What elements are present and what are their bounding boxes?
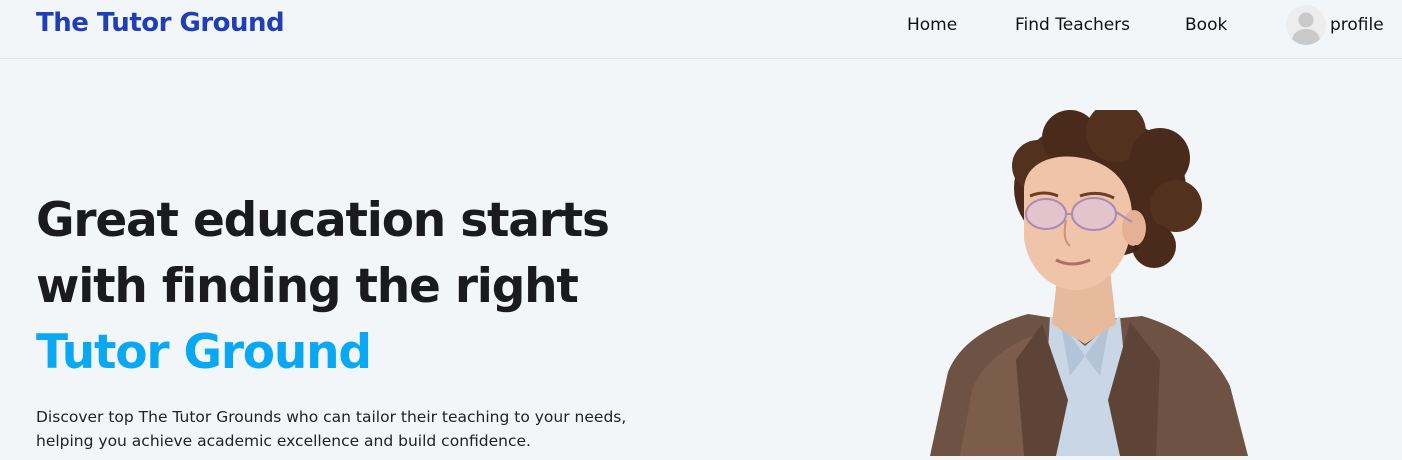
hero-heading: Great education starts with finding the …: [36, 188, 610, 386]
nav-link-book[interactable]: Book: [1185, 15, 1227, 35]
hero-subtitle-line-1: Discover top The Tutor Grounds who can t…: [36, 408, 627, 426]
hero-heading-line-2: with finding the right: [36, 259, 579, 314]
hero-subtitle-line-2: helping you achieve academic excellence …: [36, 432, 531, 450]
hero-subtitle: Discover top The Tutor Grounds who can t…: [36, 405, 676, 453]
top-navbar: The Tutor Ground Home Find Teachers Book…: [0, 0, 1402, 59]
hero-heading-line-1: Great education starts: [36, 193, 610, 248]
brand-logo[interactable]: The Tutor Ground: [36, 8, 285, 38]
hero-heading-accent: Tutor Ground: [36, 325, 372, 380]
profile-menu[interactable]: profile: [1286, 4, 1384, 46]
nav-link-find-teachers[interactable]: Find Teachers: [1015, 15, 1130, 35]
tutor-photo: [920, 102, 1260, 456]
profile-label[interactable]: profile: [1330, 15, 1384, 35]
user-avatar-icon[interactable]: [1286, 5, 1326, 45]
nav-link-home[interactable]: Home: [907, 15, 957, 35]
